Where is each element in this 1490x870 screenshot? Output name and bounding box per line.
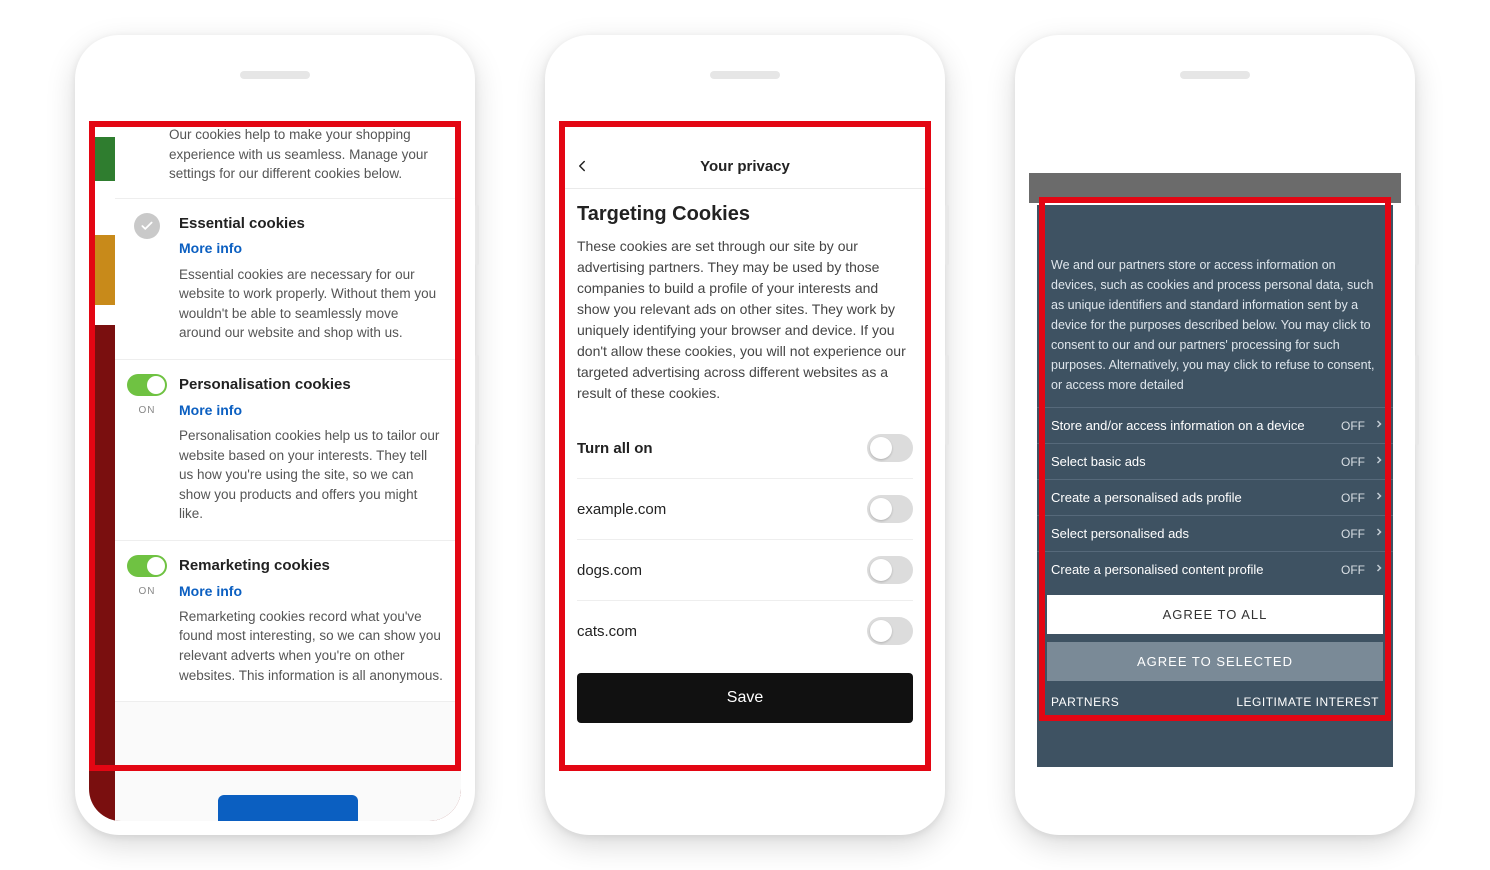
- remarketing-toggle[interactable]: [127, 555, 167, 577]
- remarketing-more-info-link[interactable]: More info: [179, 581, 242, 601]
- chevron-right-icon: [1373, 562, 1385, 577]
- save-preferences-button[interactable]: [218, 795, 358, 821]
- phone3-graybar: [1029, 173, 1401, 203]
- back-button[interactable]: [573, 157, 591, 178]
- purpose-row[interactable]: Select personalised ads OFF: [1037, 515, 1393, 551]
- cookie-intro-text: Our cookies help to make your shopping e…: [115, 115, 461, 199]
- partners-link[interactable]: PARTNERS: [1051, 695, 1119, 709]
- remarketing-description: Remarketing cookies record what you've f…: [179, 607, 443, 685]
- personalisation-description: Personalisation cookies help us to tailo…: [179, 426, 443, 524]
- purpose-row[interactable]: Create a personalised ads profile OFF: [1037, 479, 1393, 515]
- purpose-state: OFF: [1341, 527, 1365, 541]
- essential-title: Essential cookies: [179, 213, 443, 235]
- chevron-right-icon: [1373, 418, 1385, 433]
- personalisation-toggle-state: ON: [139, 404, 156, 419]
- cookie-settings-panel: Our cookies help to make your shopping e…: [115, 115, 461, 821]
- consent-panel: We and our partners store or access info…: [1037, 205, 1393, 767]
- remarketing-cookies-section: ON Remarketing cookies More info Remarke…: [115, 541, 461, 702]
- purpose-state: OFF: [1341, 491, 1365, 505]
- purpose-label: Store and/or access information on a dev…: [1051, 418, 1341, 433]
- purpose-state: OFF: [1341, 455, 1365, 469]
- purpose-label: Create a personalised ads profile: [1051, 490, 1341, 505]
- consent-intro: We and our partners store or access info…: [1037, 205, 1393, 407]
- purpose-label: Select basic ads: [1051, 454, 1341, 469]
- chevron-right-icon: [1373, 490, 1385, 505]
- personalisation-cookies-section: ON Personalisation cookies More info Per…: [115, 360, 461, 541]
- purpose-row[interactable]: Create a personalised content profile OF…: [1037, 551, 1393, 587]
- domain-row: cats.com: [577, 601, 913, 661]
- agree-to-all-button[interactable]: AGREE TO ALL: [1047, 595, 1383, 634]
- turn-all-on-label: Turn all on: [577, 440, 653, 457]
- personalisation-toggle[interactable]: [127, 374, 167, 396]
- privacy-header: Your privacy: [559, 145, 931, 189]
- purpose-row[interactable]: Select basic ads OFF: [1037, 443, 1393, 479]
- purpose-label: Create a personalised content profile: [1051, 562, 1341, 577]
- phone3-bottom-white: [1029, 767, 1401, 821]
- purpose-row[interactable]: Store and/or access information on a dev…: [1037, 407, 1393, 443]
- phone-mockup-2: Your privacy Targeting Cookies These coo…: [545, 35, 945, 835]
- essential-description: Essential cookies are necessary for our …: [179, 265, 443, 343]
- domain-toggle[interactable]: [867, 495, 913, 523]
- purpose-state: OFF: [1341, 563, 1365, 577]
- essential-cookies-section: Essential cookies More info Essential co…: [115, 199, 461, 360]
- domain-label: dogs.com: [577, 562, 642, 579]
- phone-mockup-3: We and our partners store or access info…: [1015, 35, 1415, 835]
- turn-all-on-row: Turn all on: [577, 418, 913, 479]
- save-button[interactable]: Save: [577, 673, 913, 723]
- header-title: Your privacy: [700, 158, 790, 175]
- scrollbar-thumb[interactable]: [1385, 385, 1391, 415]
- domain-label: example.com: [577, 501, 666, 518]
- purpose-label: Select personalised ads: [1051, 526, 1341, 541]
- personalisation-title: Personalisation cookies: [179, 374, 443, 396]
- phone-mockup-1: Our cookies help to make your shopping e…: [75, 35, 475, 835]
- domain-toggle[interactable]: [867, 556, 913, 584]
- domain-row: example.com: [577, 479, 913, 540]
- purpose-state: OFF: [1341, 419, 1365, 433]
- remarketing-title: Remarketing cookies: [179, 555, 443, 577]
- chevron-right-icon: [1373, 454, 1385, 469]
- remarketing-toggle-state: ON: [139, 585, 156, 600]
- legitimate-interest-link[interactable]: LEGITIMATE INTEREST: [1236, 695, 1379, 709]
- targeting-cookies-screen: Your privacy Targeting Cookies These coo…: [559, 115, 931, 821]
- chevron-right-icon: [1373, 526, 1385, 541]
- agree-to-selected-button[interactable]: AGREE TO SELECTED: [1047, 642, 1383, 681]
- check-icon: [134, 213, 160, 239]
- turn-all-on-toggle[interactable]: [867, 434, 913, 462]
- essential-more-info-link[interactable]: More info: [179, 238, 242, 258]
- domain-row: dogs.com: [577, 540, 913, 601]
- domain-toggle[interactable]: [867, 617, 913, 645]
- targeting-heading: Targeting Cookies: [577, 203, 913, 226]
- personalisation-more-info-link[interactable]: More info: [179, 400, 242, 420]
- targeting-paragraph: These cookies are set through our site b…: [577, 236, 913, 404]
- domain-label: cats.com: [577, 623, 637, 640]
